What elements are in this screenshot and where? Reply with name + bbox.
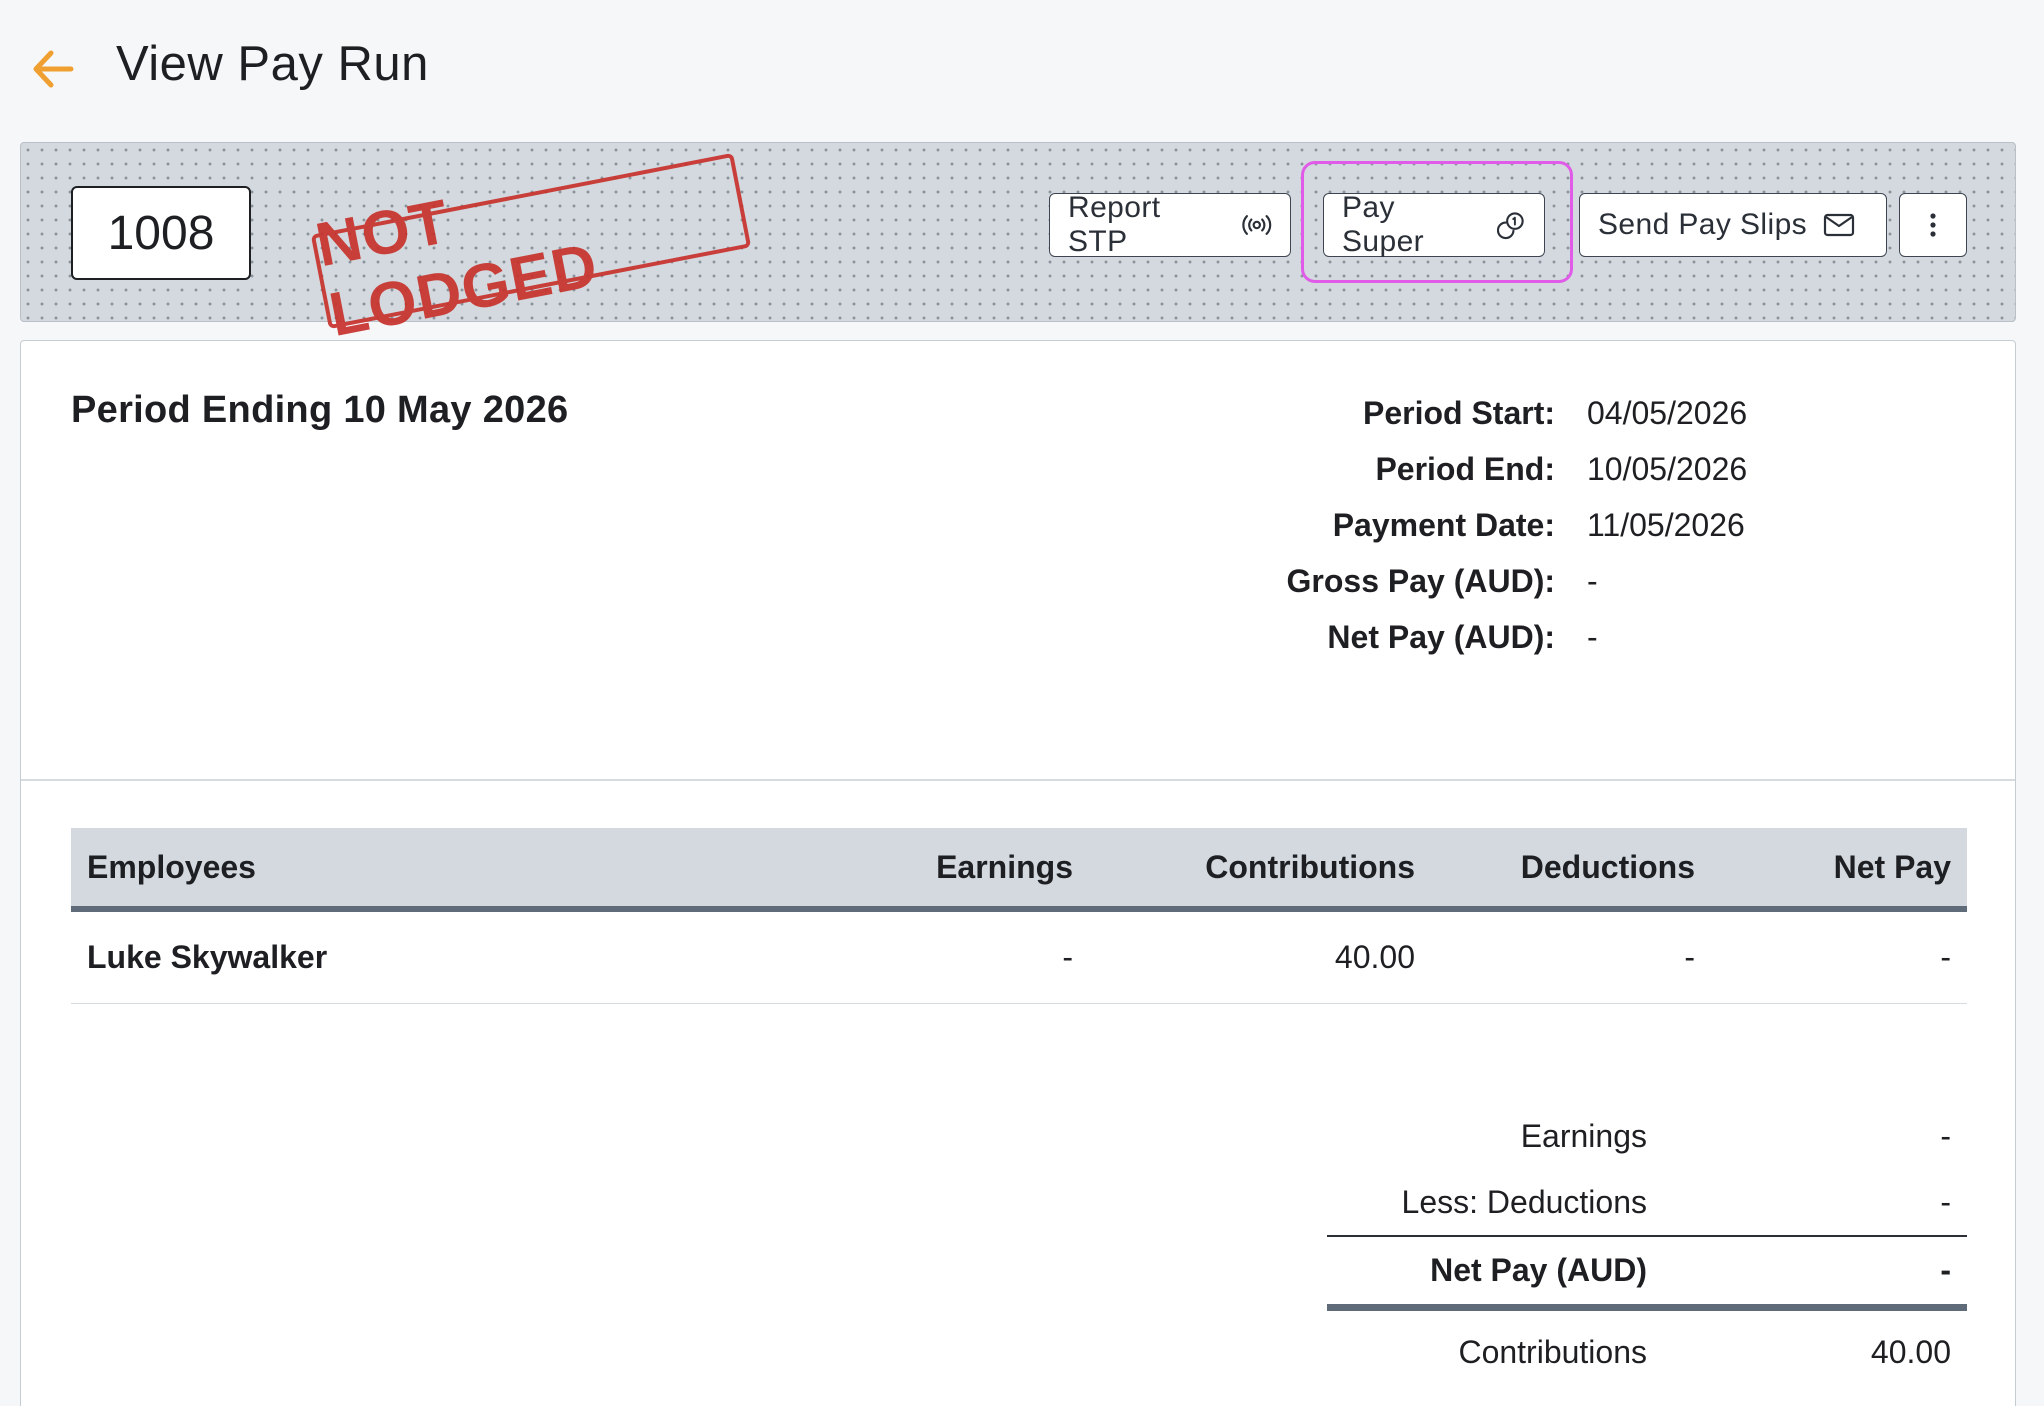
report-stp-label: Report STP (1068, 191, 1161, 258)
summary-label: Period End: (1375, 450, 1555, 487)
arrow-left-icon (33, 50, 74, 88)
send-pay-slips-button[interactable]: Send Pay Slips (1579, 193, 1887, 257)
summary-label: Period Start: (1362, 394, 1555, 431)
page-header: View Pay Run (0, 0, 2044, 140)
totals-label: Net Pay (AUD) (1430, 1252, 1647, 1288)
vertical-ellipsis-icon (1930, 213, 1936, 237)
page-title: View Pay Run (116, 37, 429, 91)
more-options-button[interactable] (1899, 193, 1967, 257)
totals-label: Contributions (1458, 1333, 1647, 1370)
send-pay-slips-label: Send Pay Slips (1598, 208, 1808, 241)
summary-row-period-end: Period End: 10/05/2026 (1121, 441, 1821, 497)
totals-label: Less: Deductions (1401, 1183, 1647, 1220)
column-header-contributions[interactable]: Contributions (1073, 849, 1415, 886)
totals-value: 40.00 (1870, 1333, 1951, 1370)
view-pay-run-page: View Pay Run 1008 NOT LODGED Report STP … (0, 0, 2044, 1406)
summary-row-period-start: Period Start: 04/05/2026 (1121, 385, 1821, 441)
totals-earnings-row: Earnings - (1327, 1103, 1967, 1169)
summary-value: 10/05/2026 (1587, 450, 1748, 487)
summary-row-net-pay: Net Pay (AUD): - (1121, 609, 1821, 665)
cell-net-pay: - (1940, 939, 1951, 975)
summary-row-gross-pay: Gross Pay (AUD): - (1121, 553, 1821, 609)
table-row[interactable]: Luke Skywalker - 40.00 - - (71, 912, 1967, 1004)
summary-label: Payment Date: (1332, 506, 1555, 543)
table-header: Employees Earnings Contributions Deducti… (71, 828, 1967, 912)
column-header-employees[interactable]: Employees (71, 849, 851, 886)
coins-icon (1496, 212, 1524, 240)
column-header-net-pay[interactable]: Net Pay (1695, 849, 1967, 886)
cell-contributions: 40.00 (1334, 939, 1415, 975)
summary-label: Gross Pay (AUD): (1286, 562, 1556, 599)
summary-value: 11/05/2026 (1587, 506, 1745, 543)
pay-super-button[interactable]: Pay Super (1323, 191, 1545, 258)
summary-value: - (1587, 562, 1598, 599)
period-heading: Period Ending 10 May 2026 (71, 389, 569, 431)
summary-label: Net Pay (AUD): (1327, 618, 1555, 655)
employee-name[interactable]: Luke Skywalker (71, 939, 851, 976)
payrun-toolbar: 1008 NOT LODGED Report STP Pay Super Sen… (20, 142, 2016, 350)
totals-label: Earnings (1520, 1117, 1647, 1154)
summary-row-payment-date: Payment Date: 11/05/2026 (1121, 497, 1821, 553)
pay-super-label: Pay Super (1342, 191, 1425, 258)
column-header-deductions[interactable]: Deductions (1415, 849, 1695, 886)
totals-deductions-row: Less: Deductions - (1327, 1169, 1967, 1235)
totals-contributions-row: Contributions 40.00 (1327, 1311, 1967, 1393)
period-summary: Period Start: 04/05/2026 Period End: 10/… (1121, 385, 1821, 665)
totals-value: - (1940, 1252, 1951, 1288)
back-button[interactable] (26, 42, 80, 96)
totals-summary: Earnings - Less: Deductions - Net Pay (A… (1327, 1103, 1967, 1393)
summary-value: - (1587, 618, 1598, 655)
payrun-number: 1008 (71, 186, 251, 280)
column-header-earnings[interactable]: Earnings (851, 849, 1073, 886)
employees-table: Employees Earnings Contributions Deducti… (71, 828, 1967, 1004)
summary-value: 04/05/2026 (1587, 394, 1748, 431)
not-lodged-stamp: NOT LODGED (311, 152, 752, 350)
envelope-icon (1823, 213, 1855, 237)
divider (21, 779, 2015, 781)
cell-earnings: - (1062, 939, 1073, 975)
cell-deductions: - (1684, 939, 1695, 975)
totals-net-pay-row: Net Pay (AUD) - (1327, 1235, 1967, 1311)
report-stp-button[interactable]: Report STP (1049, 191, 1291, 258)
broadcast-icon (1242, 215, 1272, 235)
totals-value: - (1940, 1183, 1951, 1220)
totals-value: - (1940, 1117, 1951, 1154)
payrun-card: Period Ending 10 May 2026 Period Start: … (20, 340, 2016, 1406)
